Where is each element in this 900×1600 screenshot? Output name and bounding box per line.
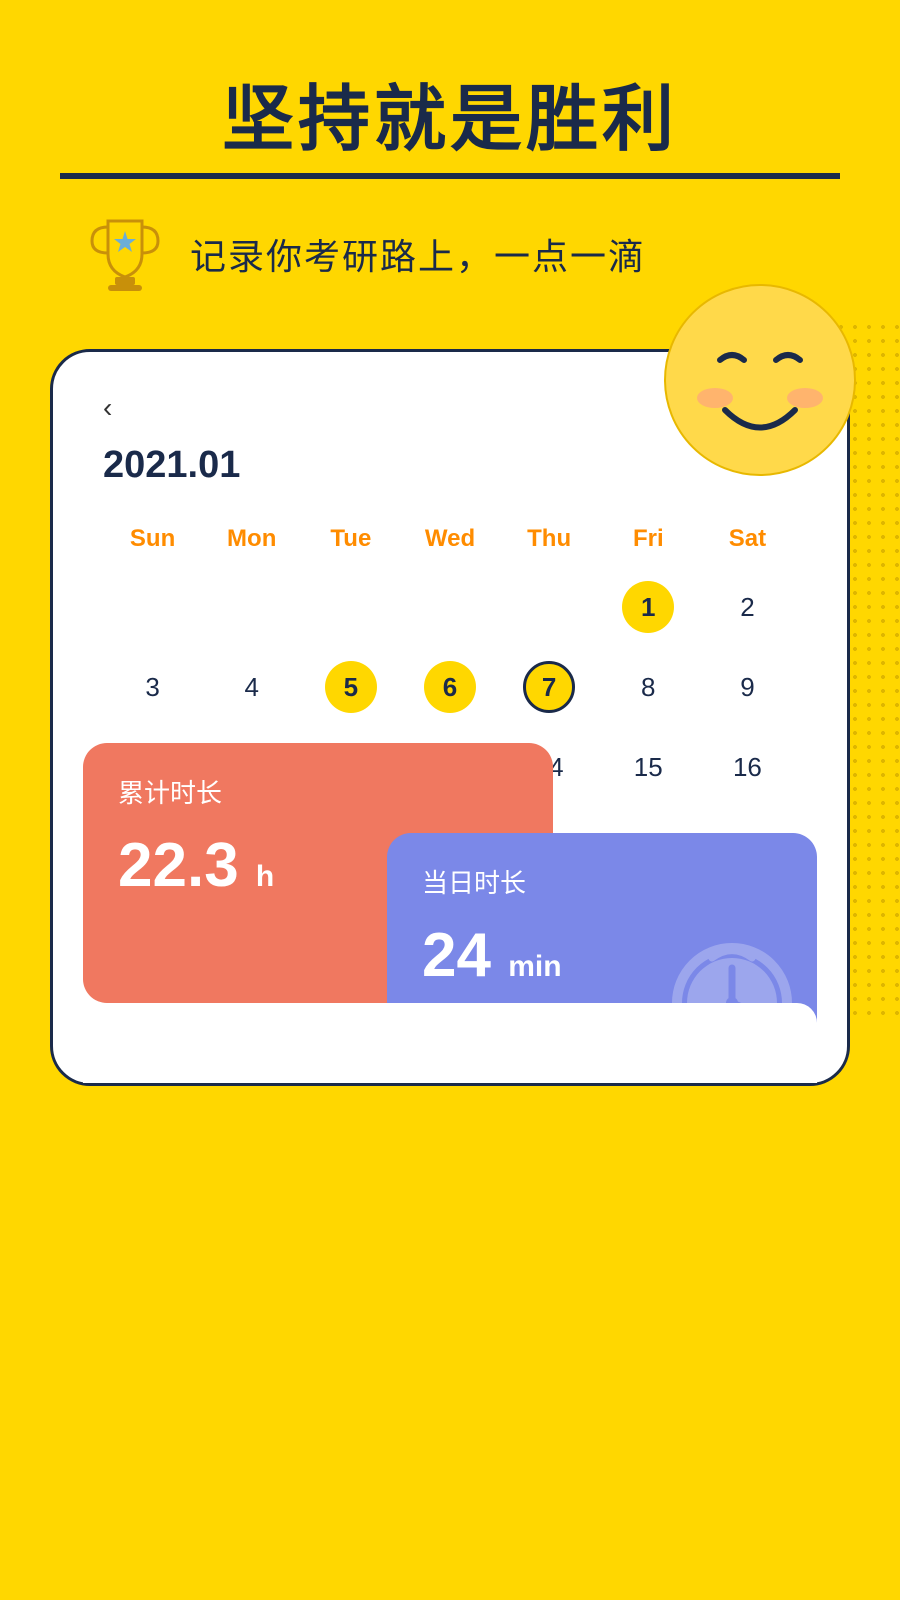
cumulative-label: 累计时长 [118,773,518,810]
cal-day-4[interactable]: 4 [202,651,301,723]
subtitle-text: 记录你考研路上，一点一滴 [190,228,646,280]
weekday-sat: Sat [698,517,797,561]
weekday-sun: Sun [103,517,202,561]
emoji-face [660,280,860,480]
cal-day-5[interactable]: 5 [301,651,400,723]
cal-day-8[interactable]: 8 [599,651,698,723]
bottom-strip [83,1003,817,1083]
cal-day-7[interactable]: 7 [500,651,599,723]
weekday-mon: Mon [202,517,301,561]
cal-day-1[interactable]: 1 [599,571,698,643]
cal-day-6[interactable]: 6 [400,651,499,723]
weekday-wed: Wed [400,517,499,561]
cal-empty [301,571,400,643]
weekday-fri: Fri [599,517,698,561]
weekday-tue: Tue [301,517,400,561]
calendar-header: Sun Mon Tue Wed Thu Fri Sat [103,517,797,561]
weekday-thu: Thu [500,517,599,561]
trophy-icon [80,209,170,299]
cal-empty [400,571,499,643]
cal-empty [500,571,599,643]
back-button[interactable]: ‹ [103,392,112,424]
cal-empty [202,571,301,643]
cal-day-2[interactable]: 2 [698,571,797,643]
cal-day-9[interactable]: 9 [698,651,797,723]
daily-label: 当日时长 [422,863,782,900]
main-title: 坚持就是胜利 [60,60,840,179]
cal-empty [103,571,202,643]
cal-day-3[interactable]: 3 [103,651,202,723]
